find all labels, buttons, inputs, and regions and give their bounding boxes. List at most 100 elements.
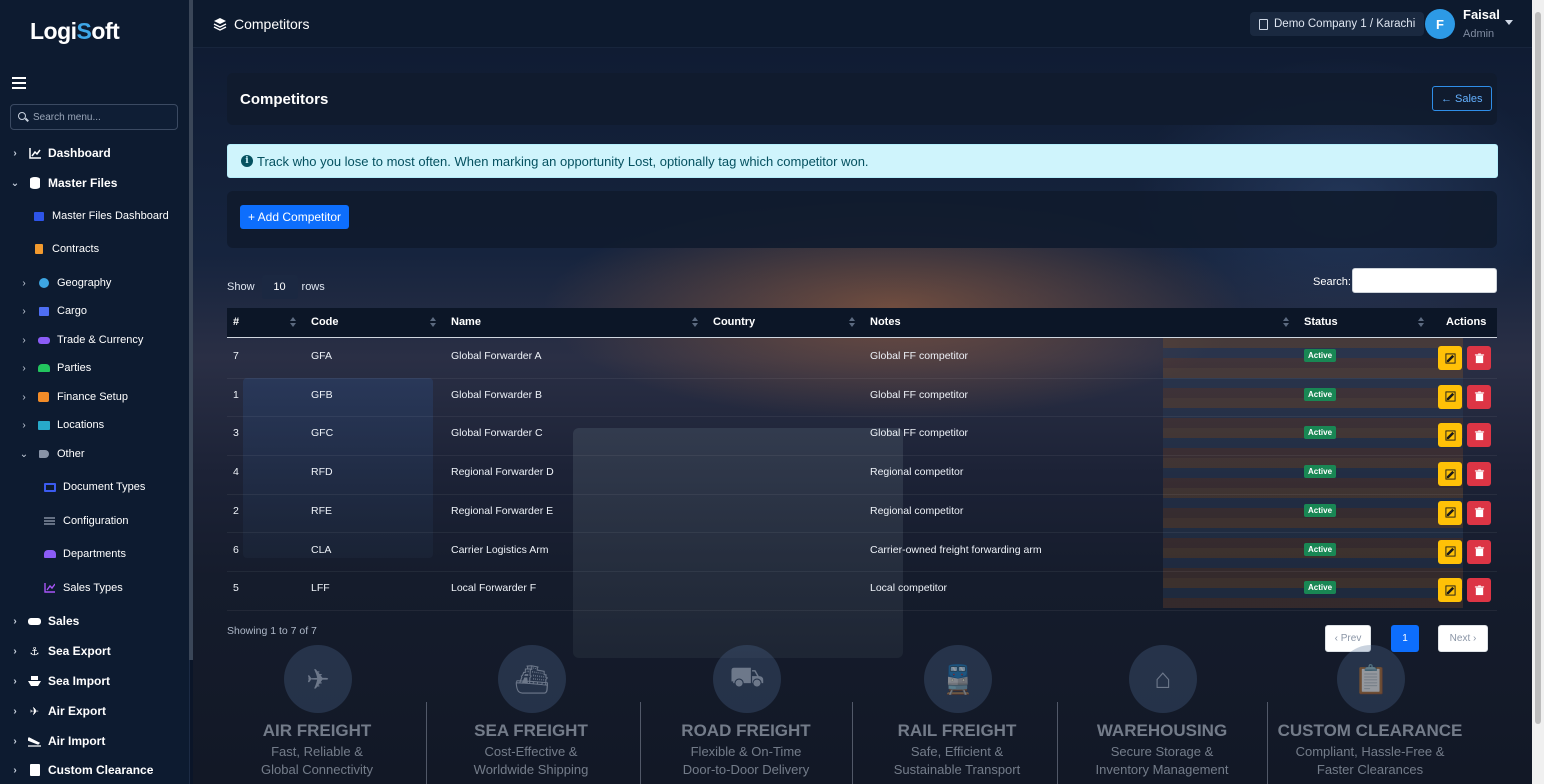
status-badge: Active	[1304, 465, 1337, 479]
sidebar-item-sea-export[interactable]: › ⚓ Sea Export	[10, 640, 110, 662]
caret-down-icon[interactable]	[1505, 20, 1513, 25]
sidebar-item-cargo[interactable]: › Cargo	[19, 300, 87, 322]
table-search-input[interactable]	[1352, 268, 1497, 293]
cell-num: 6	[233, 543, 239, 556]
edit-button[interactable]	[1438, 578, 1462, 603]
main-scrollbar[interactable]	[1532, 0, 1544, 784]
delete-button[interactable]	[1467, 384, 1491, 409]
trash-icon	[1474, 469, 1485, 480]
edit-button[interactable]	[1438, 500, 1462, 525]
user-name[interactable]: Faisal	[1463, 7, 1500, 22]
sidebar-item-finance-setup[interactable]: › Finance Setup	[19, 386, 128, 408]
sidebar-item-geography[interactable]: › Geography	[19, 272, 111, 294]
edit-icon	[1444, 546, 1456, 557]
sort-icon[interactable]	[430, 317, 436, 328]
col-name[interactable]: Name	[451, 316, 481, 328]
service-divider	[640, 702, 641, 784]
edit-button[interactable]	[1438, 539, 1462, 564]
sliders-icon	[43, 515, 56, 527]
sort-icon[interactable]	[692, 317, 698, 328]
add-competitor-button[interactable]: + Add Competitor	[240, 205, 350, 229]
sidebar-item-dashboard[interactable]: › Dashboard	[10, 142, 110, 164]
sidebar-scrollbar[interactable]	[189, 0, 193, 660]
sidebar-item-sea-import[interactable]: › Sea Import	[10, 670, 110, 692]
service-title: WAREHOUSING	[1096, 721, 1228, 740]
edit-button[interactable]	[1438, 384, 1462, 409]
delete-button[interactable]	[1467, 462, 1491, 487]
edit-button[interactable]	[1438, 346, 1462, 370]
delete-button[interactable]	[1467, 500, 1491, 525]
col-notes[interactable]: Notes	[870, 316, 901, 328]
chevron-right-icon: ›	[13, 764, 17, 776]
sort-icon[interactable]	[849, 317, 855, 328]
cell-code: GFC	[311, 427, 334, 440]
sidebar-item-air-import[interactable]: › Air Import	[10, 730, 105, 752]
back-to-sales-button[interactable]: ← Sales	[1432, 86, 1492, 111]
delete-button[interactable]	[1467, 539, 1491, 564]
cell-num: 7	[233, 350, 239, 362]
sidebar-item-sales-types[interactable]: Sales Types	[43, 577, 123, 599]
table-row: 3 GFC Global Forwarder C Global FF competit…	[227, 417, 1497, 457]
sidebar-item-document-types[interactable]: Document Types	[43, 476, 145, 498]
rows-select[interactable]: 10	[261, 275, 298, 299]
database-icon	[28, 177, 41, 189]
sort-icon[interactable]	[290, 317, 296, 328]
service-title: CUSTOM CLEARANCE	[1277, 721, 1463, 740]
cell-name: Regional Forwarder E	[451, 504, 554, 517]
table-header: # Code Name Country Notes Status Actions	[227, 308, 1497, 338]
chevron-down-icon: ⌄	[10, 177, 20, 189]
sidebar-item-master-files[interactable]: ⌄ Master Files	[10, 172, 118, 194]
chevron-right-icon: ›	[22, 419, 26, 431]
anchor-icon: ⚓	[29, 645, 40, 658]
hamburger-icon[interactable]	[12, 77, 26, 89]
delete-button[interactable]	[1467, 423, 1491, 448]
cell-notes: Global FF competitor	[870, 388, 969, 401]
table-row: 7 GFA Global Forwarder A Global FF competit…	[227, 340, 1497, 379]
chevron-right-icon: ›	[22, 334, 26, 346]
sidebar-item-parties[interactable]: › Parties	[19, 357, 91, 379]
chart-line-icon	[43, 582, 56, 594]
page-title: Competitors	[240, 91, 329, 108]
warehouse-icon: ⌂	[1129, 645, 1197, 713]
company-selector[interactable]: Demo Company 1 / Karachi	[1250, 12, 1425, 36]
sidebar-item-locations[interactable]: › Locations	[19, 414, 104, 436]
chevron-right-icon: ›	[13, 147, 17, 159]
cell-num: 1	[233, 388, 239, 401]
service-card: ✈ AIR FREIGHT Fast, Reliable & Global Conne…	[212, 645, 422, 784]
sidebar-item-other[interactable]: ⌄ Other	[19, 443, 85, 465]
sidebar-item-custom-clearance[interactable]: › Custom Clearance	[10, 759, 153, 781]
info-alert: i Track who you lose to most often. When…	[227, 144, 1498, 178]
chevron-right-icon: ›	[22, 362, 26, 374]
sidebar-item-trade-currency[interactable]: › Trade & Currency	[19, 329, 143, 351]
service-card: ⛟ ROAD FREIGHT Flexible & On-Time Door-to-D…	[641, 645, 851, 784]
trash-icon	[1474, 391, 1485, 402]
table-row: 5 LFF Local Forwarder F Local competitor Act…	[227, 572, 1497, 611]
sort-icon[interactable]	[1283, 317, 1289, 328]
col-num[interactable]: #	[233, 316, 239, 328]
edit-button[interactable]	[1438, 423, 1462, 448]
delete-button[interactable]	[1467, 346, 1491, 370]
sidebar-item-contracts[interactable]: Contracts	[32, 238, 99, 260]
sidebar-search-input[interactable]	[33, 109, 173, 125]
service-desc: Safe, Efficient & Sustainable Transport	[893, 744, 1021, 777]
sidebar-item-sales[interactable]: › Sales	[10, 610, 79, 632]
table-row: 2 RFE Regional Forwarder E Regional competi…	[227, 495, 1497, 534]
sidebar-item-air-export[interactable]: › ✈ Air Export	[10, 700, 106, 722]
service-title: RAIL FREIGHT	[897, 721, 1017, 740]
sort-icon[interactable]	[1418, 317, 1424, 328]
sidebar-search[interactable]	[10, 104, 178, 130]
col-country[interactable]: Country	[713, 316, 755, 328]
plane-arrival-icon	[28, 735, 41, 747]
col-status[interactable]: Status	[1304, 316, 1338, 328]
col-code[interactable]: Code	[311, 316, 339, 328]
delete-button[interactable]	[1467, 578, 1491, 603]
chart-icon	[28, 147, 41, 159]
sidebar-item-departments[interactable]: Departments	[43, 543, 126, 565]
sidebar-item-configuration[interactable]: Configuration	[43, 510, 128, 532]
edit-button[interactable]	[1438, 462, 1462, 487]
cell-num: 5	[233, 582, 239, 595]
avatar[interactable]: F	[1425, 9, 1455, 39]
col-actions: Actions	[1446, 316, 1487, 328]
chevron-right-icon: ›	[13, 645, 17, 657]
sidebar-item-master-files-dashboard[interactable]: Master Files Dashboard	[32, 205, 169, 227]
